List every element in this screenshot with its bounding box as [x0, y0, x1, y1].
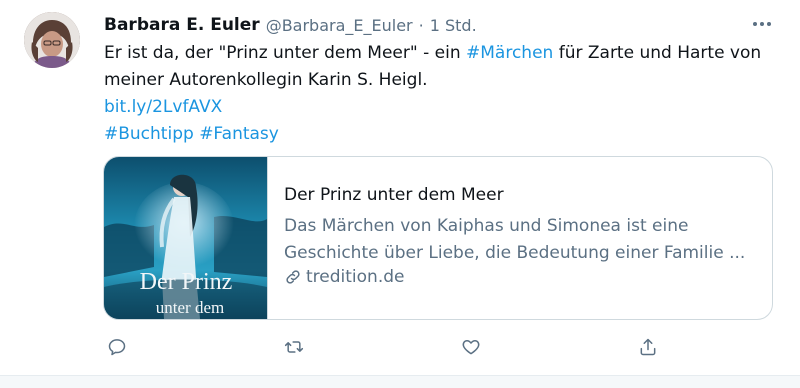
cover-title-line2: unter dem	[156, 298, 224, 317]
author-handle[interactable]: @Barbara_E_Euler	[266, 16, 413, 35]
heart-icon	[462, 340, 480, 355]
tweet-text-main: Er ist da, der "Prinz unter dem Meer" - …	[104, 40, 784, 94]
link-icon	[286, 270, 300, 284]
retweet-icon	[284, 341, 304, 353]
link-preview-card[interactable]: Der Prinz unter dem Der Prinz unter dem …	[103, 156, 773, 320]
more-options-button[interactable]	[748, 10, 776, 38]
card-description: Das Märchen von Kaiphas und Simonea ist …	[284, 216, 746, 263]
card-image: Der Prinz unter dem	[104, 157, 267, 319]
tweet-header: Barbara E. Euler @Barbara_E_Euler · 1 St…	[104, 12, 477, 38]
share-icon	[640, 338, 656, 356]
separator-dot: ·	[418, 15, 424, 35]
share-button[interactable]	[631, 330, 665, 364]
card-title: Der Prinz unter dem Meer	[284, 185, 504, 205]
tweet-text: Er ist da, der "Prinz unter dem Meer" - …	[104, 40, 784, 148]
card-text: Der Prinz unter dem Meer Das Märchen von…	[267, 157, 772, 319]
author-name[interactable]: Barbara E. Euler	[104, 15, 260, 35]
more-icon	[753, 22, 771, 26]
retweet-button[interactable]	[277, 330, 311, 364]
tweet-actions	[100, 330, 660, 364]
reply-icon	[108, 339, 126, 356]
timestamp[interactable]: 1 Std.	[430, 16, 477, 35]
avatar-photo	[24, 12, 80, 68]
card-domain-text: tredition.de	[306, 267, 405, 287]
like-button[interactable]	[454, 330, 488, 364]
cover-title-line1: Der Prinz	[140, 269, 233, 295]
card-domain: tredition.de	[284, 267, 404, 287]
tweet[interactable]: Barbara E. Euler @Barbara_E_Euler · 1 St…	[0, 0, 800, 376]
tweet-text-part: Er ist da, der "Prinz unter dem Meer" - …	[104, 43, 467, 63]
next-tweet-edge	[0, 376, 800, 388]
hashtag-maerchen[interactable]: #Märchen	[466, 43, 553, 63]
tweet-link[interactable]: bit.ly/2LvfAVX	[104, 97, 222, 117]
avatar[interactable]	[24, 12, 80, 68]
hashtag-fantasy[interactable]: #Fantasy	[199, 124, 279, 144]
book-cover-image: Der Prinz unter dem	[104, 157, 267, 319]
hashtag-buchtipp[interactable]: #Buchtipp	[104, 124, 194, 144]
tweet-hashtags-line: #Buchtipp #Fantasy	[104, 121, 784, 148]
reply-button[interactable]	[100, 330, 134, 364]
tweet-link-line: bit.ly/2LvfAVX	[104, 94, 784, 121]
